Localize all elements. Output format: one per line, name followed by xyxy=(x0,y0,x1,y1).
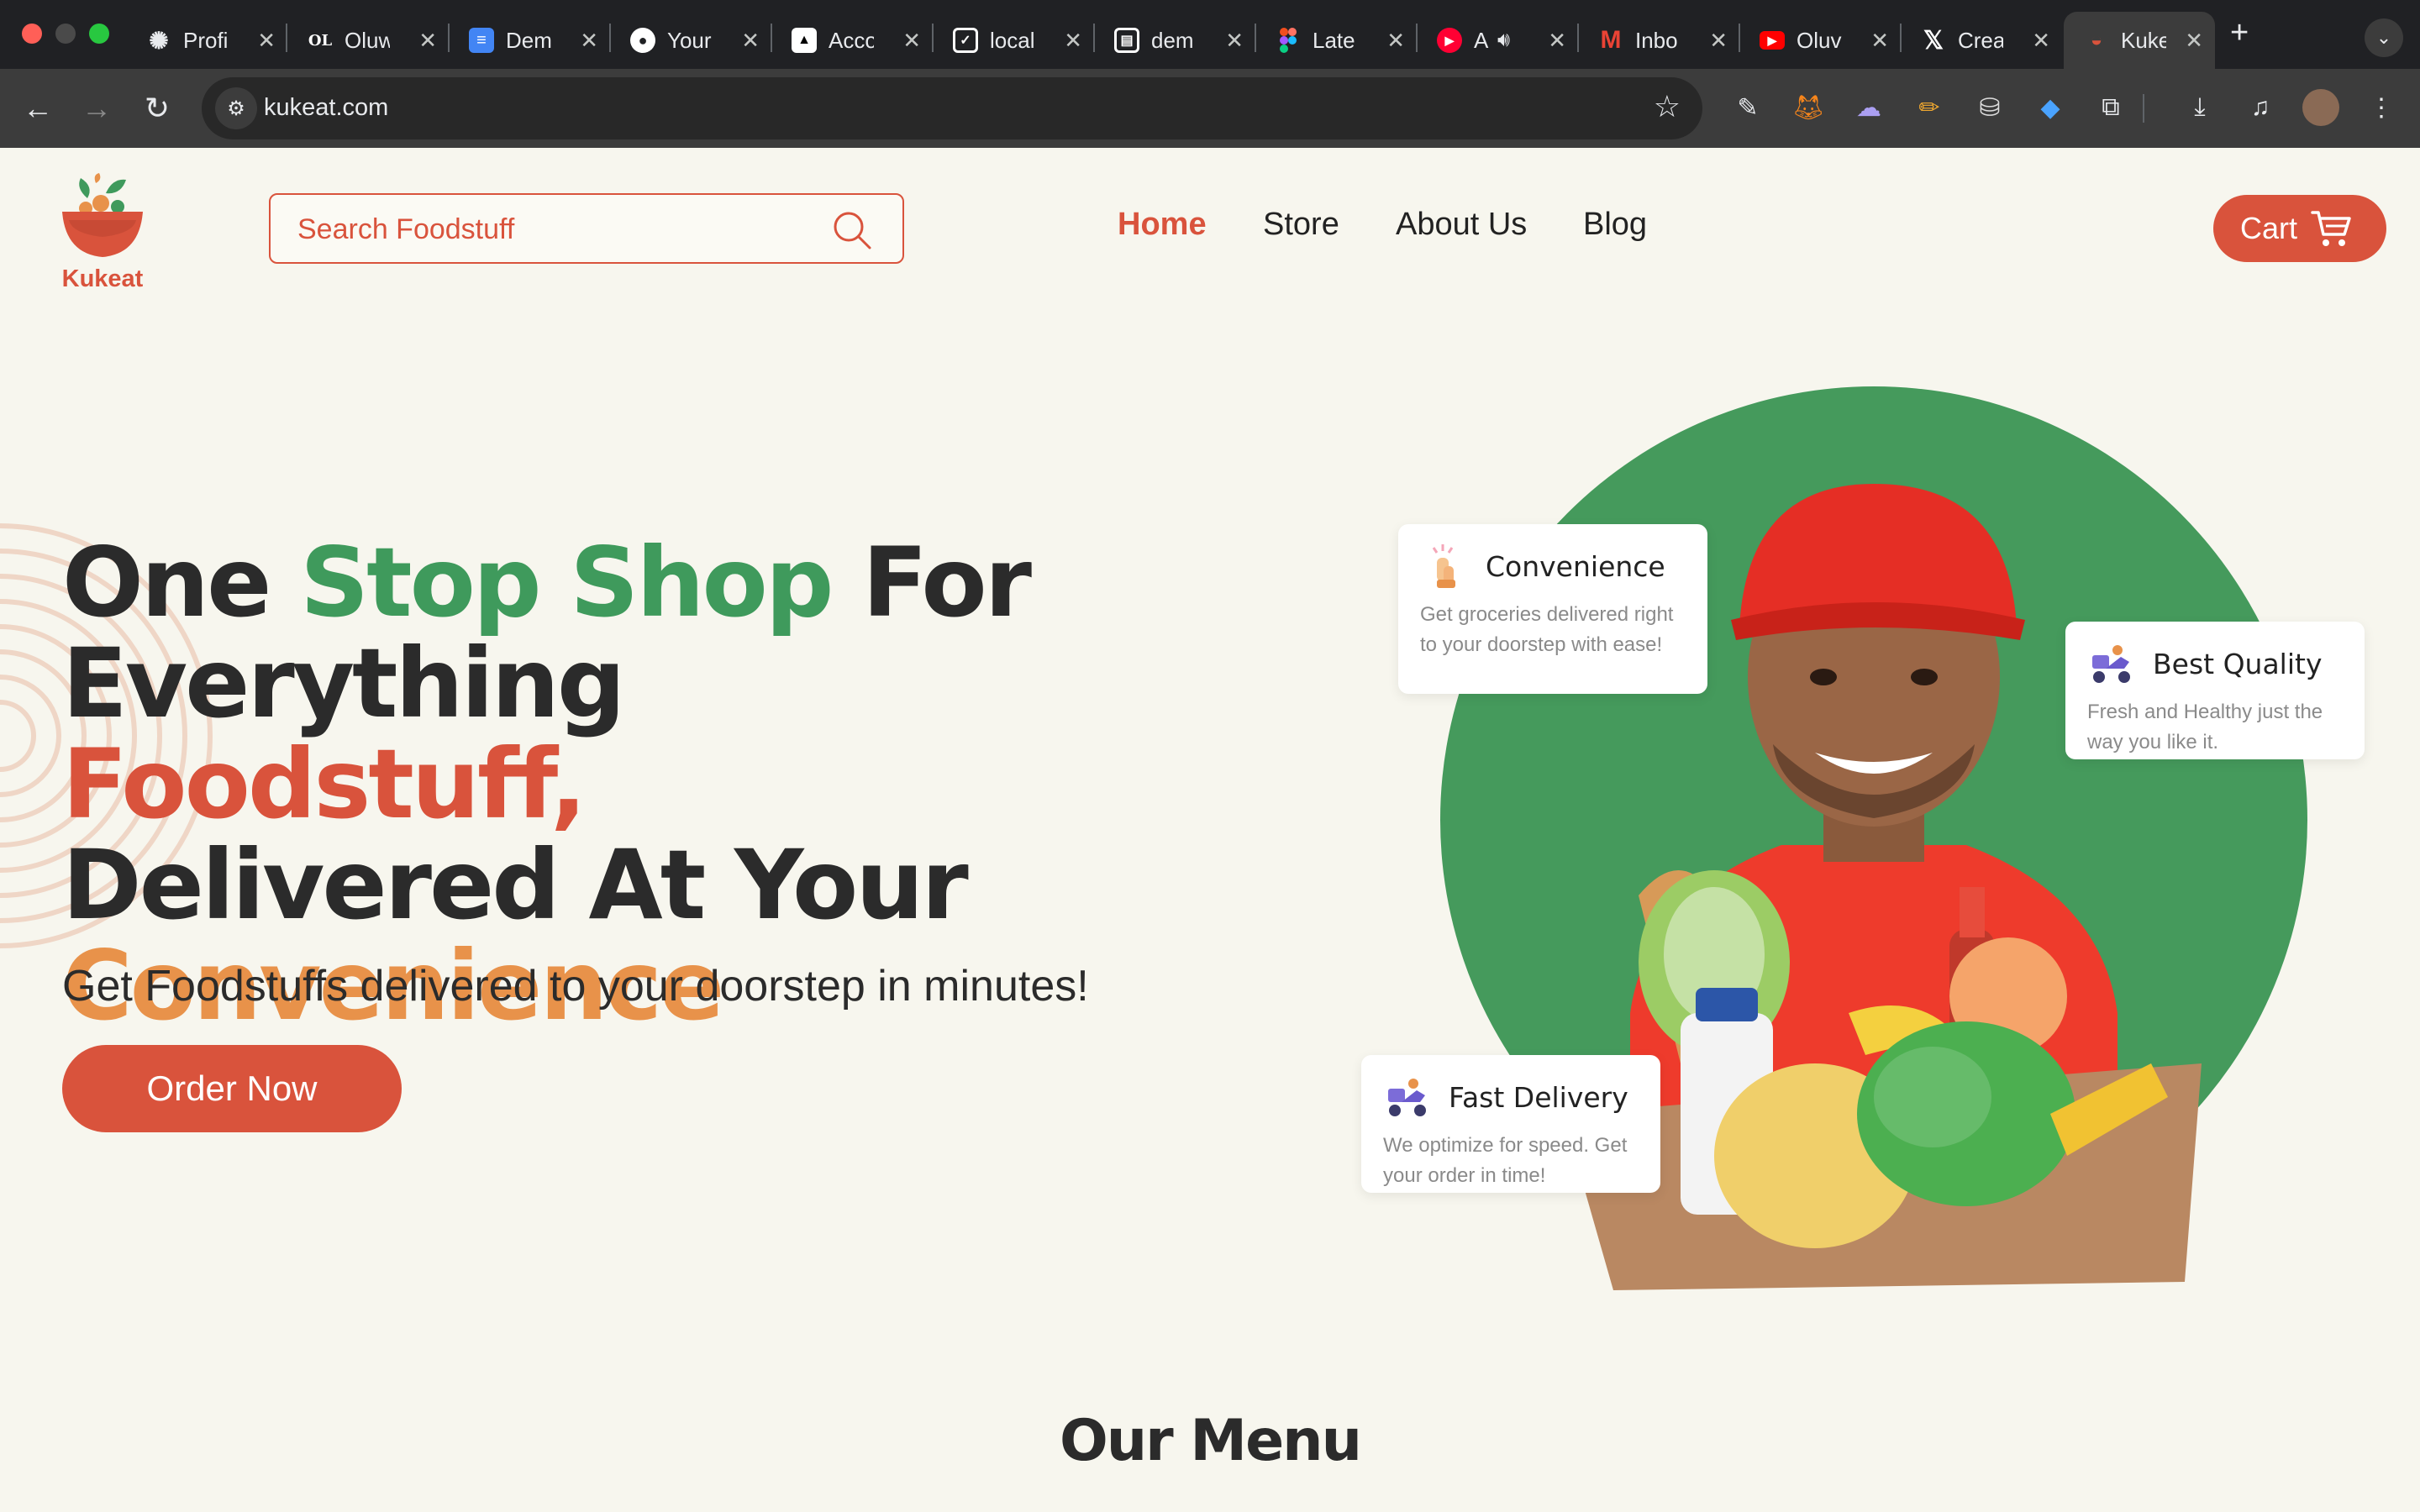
feature-card-convenience: Convenience Get groceries delivered righ… xyxy=(1398,524,1707,694)
site-info-icon[interactable]: ⚙ xyxy=(215,87,257,129)
feature-title: Fast Delivery xyxy=(1449,1080,1628,1114)
localhost-icon: ✓ xyxy=(953,28,978,53)
cart-label: Cart xyxy=(2240,211,2298,245)
nav-store[interactable]: Store xyxy=(1263,207,1339,243)
youtube-music-icon: ▶ xyxy=(1437,28,1462,53)
search-box xyxy=(269,193,904,264)
feature-description: Fresh and Healthy just the way you like … xyxy=(2087,701,2323,753)
x-icon: 𝕏 xyxy=(1923,26,1944,55)
reload-button[interactable]: ↻ xyxy=(136,87,178,129)
close-tab-icon[interactable]: ✕ xyxy=(1709,28,1728,54)
browser-tab[interactable]: ✺ Profi ✕ xyxy=(126,12,287,69)
window-maximize-button[interactable] xyxy=(89,24,109,44)
diamond-extension-icon[interactable]: ◆ xyxy=(2032,89,2069,126)
gmail-icon: M xyxy=(1600,26,1622,54)
browser-tab[interactable]: OL Oluw ✕ xyxy=(287,12,449,69)
bookmark-star-icon[interactable]: ☆ xyxy=(1654,89,1681,124)
browser-menu-icon[interactable]: ⋮ xyxy=(2363,89,2400,126)
browser-tab[interactable]: M Inbo ✕ xyxy=(1578,12,1739,69)
toolbar-divider xyxy=(2143,94,2144,123)
address-bar[interactable]: ⚙ kukeat.com ☆ xyxy=(202,77,1702,139)
close-tab-icon[interactable]: ✕ xyxy=(1870,28,1889,54)
feature-card-best-quality: Best Quality Fresh and Healthy just the … xyxy=(2065,622,2365,759)
window-close-button[interactable] xyxy=(22,24,42,44)
download-icon[interactable]: ⤓ xyxy=(2181,89,2218,126)
close-tab-icon[interactable]: ✕ xyxy=(741,28,760,54)
eyedropper-extension-icon[interactable]: ✎ xyxy=(1729,89,1766,126)
order-now-button[interactable]: Order Now xyxy=(62,1045,402,1132)
kukeat-page: Kukeat Home Store About Us Blog Cart xyxy=(0,148,2420,1512)
browser-tab[interactable]: ▶ A 🔊︎ ✕ xyxy=(1417,12,1578,69)
cart-button[interactable]: Cart xyxy=(2213,195,2386,262)
feature-card-fast-delivery: Fast Delivery We optimize for speed. Get… xyxy=(1361,1055,1660,1193)
google-docs-icon: ≡ xyxy=(469,28,494,53)
vercel-icon: ▲ xyxy=(792,28,817,53)
nav-home[interactable]: Home xyxy=(1118,207,1207,243)
salad-bowl-icon xyxy=(62,173,143,257)
ghost-extension-icon[interactable]: ☁ xyxy=(1850,89,1887,126)
browser-tab-bar: ✺ Profi ✕ OL Oluw ✕ ≡ Dem ✕ ● Your ✕ ▲ A… xyxy=(0,0,2420,69)
database-extension-icon[interactable]: ⛁ xyxy=(1971,89,2008,126)
kukeat-logo[interactable]: Kukeat xyxy=(50,173,155,299)
media-control-icon[interactable]: ♫ xyxy=(2242,89,2279,126)
close-tab-icon[interactable]: ✕ xyxy=(418,28,437,54)
browser-tab[interactable]: ≡ Dem ✕ xyxy=(449,12,610,69)
browser-toolbar: ← → ↻ ⚙ kukeat.com ☆ ✎ 🦊︎ ☁ ✏ ⛁ ◆ ⧉ ⤓ ♫ … xyxy=(0,69,2420,148)
browser-tab[interactable]: ▲ Acco ✕ xyxy=(771,12,933,69)
browser-tab[interactable]: ▶ Oluv ✕ xyxy=(1739,12,1901,69)
kukeat-icon: ◒ xyxy=(2090,29,2103,51)
document-icon: ▤ xyxy=(1114,28,1139,53)
metamask-extension-icon[interactable]: 🦊︎ xyxy=(1790,89,1827,126)
close-tab-icon[interactable]: ✕ xyxy=(1064,28,1082,54)
extensions-puzzle-icon[interactable]: ⧉ xyxy=(2092,89,2129,126)
cart-icon xyxy=(2311,211,2351,246)
hero-subtitle: Get Foodstuffs delivered to your doorste… xyxy=(62,962,1089,1011)
tab-search-button[interactable]: ⌄ xyxy=(2365,18,2403,57)
github-icon: ● xyxy=(630,28,655,53)
browser-tab-active[interactable]: ◒ Kuke ✕ xyxy=(2064,12,2215,69)
feature-description: We optimize for speed. Get your order in… xyxy=(1383,1134,1628,1187)
browser-tab[interactable]: ● Your ✕ xyxy=(610,12,771,69)
close-tab-icon[interactable]: ✕ xyxy=(257,28,276,54)
close-tab-icon[interactable]: ✕ xyxy=(1386,28,1405,54)
close-tab-icon[interactable]: ✕ xyxy=(2032,28,2050,54)
back-button[interactable]: ← xyxy=(17,87,59,129)
close-tab-icon[interactable]: ✕ xyxy=(902,28,921,54)
speaker-icon[interactable]: 🔊︎ xyxy=(1497,29,1510,52)
search-icon[interactable] xyxy=(832,210,872,250)
browser-tab[interactable]: 𝕏 Crea ✕ xyxy=(1901,12,2062,69)
delivery-scooter-icon xyxy=(1388,1079,1426,1116)
feature-description: Get groceries delivered right to your do… xyxy=(1420,603,1674,656)
browser-tab[interactable]: ✓ local ✕ xyxy=(933,12,1094,69)
delivery-scooter-icon xyxy=(2092,645,2130,683)
pointing-hand-icon xyxy=(1432,544,1455,588)
close-tab-icon[interactable]: ✕ xyxy=(580,28,598,54)
browser-tab[interactable]: Late ✕ xyxy=(1255,12,1417,69)
pencil-extension-icon[interactable]: ✏ xyxy=(1911,89,1948,126)
figma-icon xyxy=(1276,28,1301,53)
forward-button[interactable]: → xyxy=(76,87,118,129)
search-input[interactable] xyxy=(297,210,802,249)
youtube-icon: ▶ xyxy=(1760,31,1785,50)
nav-blog[interactable]: Blog xyxy=(1583,207,1647,243)
url-text[interactable]: kukeat.com xyxy=(264,94,388,122)
new-tab-button[interactable]: + xyxy=(2230,15,2249,51)
window-minimize-button[interactable] xyxy=(55,24,76,44)
close-tab-icon[interactable]: ✕ xyxy=(2185,28,2203,54)
chatgpt-icon: ✺ xyxy=(149,27,169,54)
close-tab-icon[interactable]: ✕ xyxy=(1225,28,1244,54)
feature-title: Convenience xyxy=(1486,549,1665,583)
logo-text: Kukeat xyxy=(61,265,144,292)
profile-avatar[interactable] xyxy=(2302,89,2339,126)
browser-tab[interactable]: ▤ dem ✕ xyxy=(1094,12,1255,69)
nav-about-us[interactable]: About Us xyxy=(1396,207,1527,243)
our-menu-heading: Our Menu xyxy=(1059,1408,1362,1474)
openlibrary-icon: OL xyxy=(308,31,333,50)
feature-title: Best Quality xyxy=(2153,647,2323,680)
close-tab-icon[interactable]: ✕ xyxy=(1548,28,1566,54)
